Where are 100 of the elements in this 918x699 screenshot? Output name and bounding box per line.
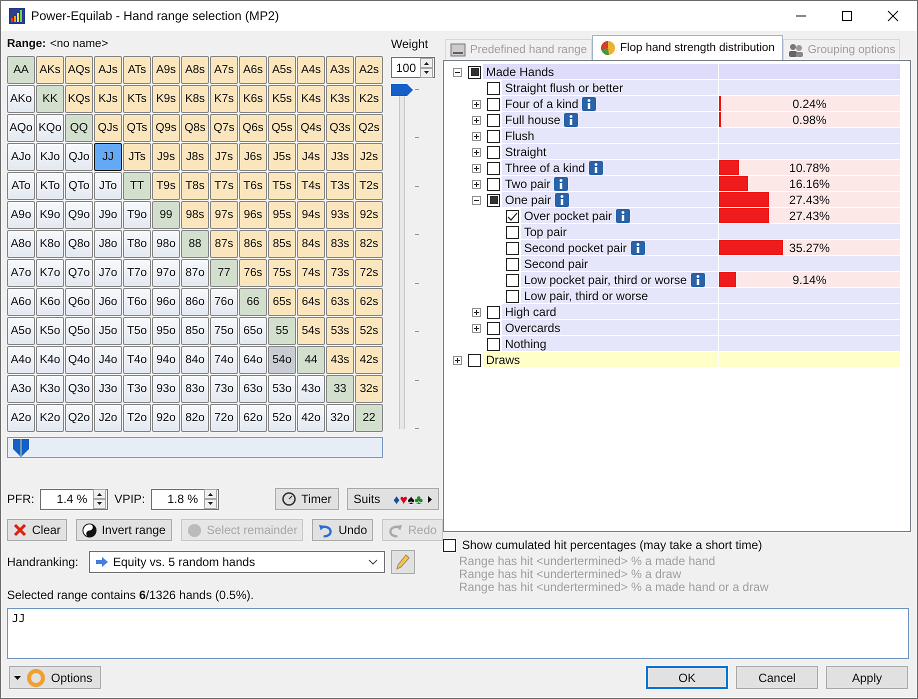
info-icon[interactable] bbox=[690, 272, 705, 286]
hand-cell[interactable]: K4o bbox=[36, 346, 64, 374]
hand-cell[interactable]: 87s bbox=[210, 230, 238, 258]
hand-cell[interactable]: 74s bbox=[297, 259, 325, 287]
checkbox[interactable] bbox=[487, 338, 500, 350]
tree-item-label[interactable]: Overcards bbox=[505, 320, 560, 334]
hand-cell[interactable]: KJo bbox=[36, 143, 64, 171]
hand-cell[interactable]: 64o bbox=[239, 346, 267, 374]
hand-cell[interactable]: 87o bbox=[181, 259, 209, 287]
expand-icon[interactable] bbox=[472, 116, 481, 124]
hand-cell[interactable]: 95o bbox=[152, 317, 180, 345]
hand-cell[interactable]: 54s bbox=[297, 317, 325, 345]
hand-cell[interactable]: 32o bbox=[326, 404, 354, 432]
hand-cell[interactable]: 92s bbox=[355, 201, 383, 229]
hand-cell[interactable]: A6s bbox=[239, 56, 267, 84]
tree-item-label[interactable]: Made Hands bbox=[486, 64, 554, 78]
hand-cell[interactable]: Q8s bbox=[181, 114, 209, 142]
timer-button[interactable]: Timer bbox=[275, 488, 339, 510]
checkbox[interactable] bbox=[443, 538, 456, 552]
tree-item-label[interactable]: Straight bbox=[505, 144, 546, 158]
weight-field[interactable]: 100 bbox=[391, 57, 435, 78]
hand-cell[interactable]: 94s bbox=[297, 201, 325, 229]
spin-buttons[interactable] bbox=[420, 58, 433, 78]
hand-cell[interactable]: A5s bbox=[268, 56, 296, 84]
hand-cell[interactable]: T6s bbox=[239, 172, 267, 200]
hand-cell[interactable]: 85o bbox=[181, 317, 209, 345]
hand-cell[interactable]: 96o bbox=[152, 288, 180, 316]
tree-item-label[interactable]: Low pair, third or worse bbox=[524, 288, 648, 302]
hand-cell[interactable]: 94o bbox=[152, 346, 180, 374]
tab[interactable]: Flop hand strength distribution bbox=[592, 35, 783, 60]
hand-cell[interactable]: AJs bbox=[94, 56, 122, 84]
hand-cell[interactable]: Q6s bbox=[239, 114, 267, 142]
hand-cell[interactable]: 43s bbox=[326, 346, 354, 374]
options-button[interactable]: Options bbox=[9, 666, 102, 689]
hand-cell[interactable]: Q5o bbox=[65, 317, 93, 345]
info-icon[interactable] bbox=[564, 112, 578, 126]
hand-cell[interactable]: Q6o bbox=[65, 288, 93, 316]
close-icon[interactable] bbox=[887, 10, 899, 22]
hand-cell[interactable]: KTs bbox=[123, 85, 151, 113]
hand-cell[interactable]: 52o bbox=[268, 404, 296, 432]
hand-cell[interactable]: 98o bbox=[152, 230, 180, 258]
action-button[interactable]: Invert range bbox=[76, 519, 172, 541]
slider-thumb[interactable] bbox=[12, 439, 30, 457]
expand-icon[interactable] bbox=[472, 100, 481, 108]
hand-cell[interactable]: JTo bbox=[94, 172, 122, 200]
hand-cell[interactable]: J8o bbox=[94, 230, 122, 258]
checkbox[interactable] bbox=[487, 162, 500, 174]
hand-cell[interactable]: K4s bbox=[297, 85, 325, 113]
range-text-field[interactable]: JJ bbox=[7, 608, 909, 659]
tree-item-label[interactable]: Low pocket pair, third or worse bbox=[524, 272, 687, 286]
hand-cell[interactable]: QTs bbox=[123, 114, 151, 142]
hand-cell[interactable]: T8s bbox=[181, 172, 209, 200]
hand-cell[interactable]: K5s bbox=[268, 85, 296, 113]
hand-cell[interactable]: Q9s bbox=[152, 114, 180, 142]
hand-cell[interactable]: 83s bbox=[326, 230, 354, 258]
expand-icon[interactable] bbox=[472, 324, 481, 332]
expand-icon[interactable] bbox=[472, 164, 481, 172]
hand-cell[interactable]: 84s bbox=[297, 230, 325, 258]
tree-item-label[interactable]: High card bbox=[505, 304, 556, 318]
tree-item-label[interactable]: Four of a kind bbox=[505, 96, 578, 110]
vpip-field[interactable]: 1.8 % bbox=[151, 488, 220, 510]
checkbox[interactable] bbox=[487, 194, 500, 206]
expand-icon[interactable] bbox=[472, 132, 481, 140]
hand-cell[interactable]: Q3s bbox=[326, 114, 354, 142]
hand-cell[interactable]: A6o bbox=[7, 288, 35, 316]
tree-item-label[interactable]: Top pair bbox=[524, 224, 567, 238]
hand-cell[interactable]: 84o bbox=[181, 346, 209, 374]
hand-cell[interactable]: K9o bbox=[36, 201, 64, 229]
checkbox[interactable] bbox=[506, 258, 519, 270]
hand-cell[interactable]: K8s bbox=[181, 85, 209, 113]
hand-cell[interactable]: J3s bbox=[326, 143, 354, 171]
tree-item-label[interactable]: One pair bbox=[505, 192, 552, 206]
hand-cell[interactable]: AKo bbox=[7, 85, 35, 113]
tree-item-label[interactable]: Second pocket pair bbox=[524, 240, 627, 254]
hand-cell[interactable]: ATo bbox=[7, 172, 35, 200]
hand-cell[interactable]: KK bbox=[36, 85, 64, 113]
hand-cell[interactable]: K3s bbox=[326, 85, 354, 113]
hand-cell[interactable]: Q8o bbox=[65, 230, 93, 258]
checkbox[interactable] bbox=[506, 274, 519, 286]
hand-cell[interactable]: J9s bbox=[152, 143, 180, 171]
hand-cell[interactable]: QQ bbox=[65, 114, 93, 142]
hand-cell[interactable]: 62s bbox=[355, 288, 383, 316]
handranking-dropdown[interactable]: Equity vs. 5 random hands bbox=[89, 551, 385, 573]
hand-cell[interactable]: J7s bbox=[210, 143, 238, 171]
hand-cell[interactable]: A9s bbox=[152, 56, 180, 84]
maximize-icon[interactable] bbox=[841, 10, 853, 22]
checkbox[interactable] bbox=[487, 130, 500, 142]
expand-icon[interactable] bbox=[453, 356, 462, 364]
hand-cell[interactable]: 72o bbox=[210, 404, 238, 432]
hand-cell[interactable]: T2o bbox=[123, 404, 151, 432]
checkbox[interactable] bbox=[487, 306, 500, 318]
hand-cell[interactable]: K6s bbox=[239, 85, 267, 113]
hand-cell[interactable]: 97s bbox=[210, 201, 238, 229]
hand-cell[interactable]: 73o bbox=[210, 375, 238, 403]
info-icon[interactable] bbox=[589, 160, 604, 174]
hand-cell[interactable]: K3o bbox=[36, 375, 64, 403]
hand-cell[interactable]: T5s bbox=[268, 172, 296, 200]
hand-cell[interactable]: J6s bbox=[239, 143, 267, 171]
hand-cell[interactable]: 55 bbox=[268, 317, 296, 345]
tree-item-label[interactable]: Second pair bbox=[524, 256, 588, 270]
